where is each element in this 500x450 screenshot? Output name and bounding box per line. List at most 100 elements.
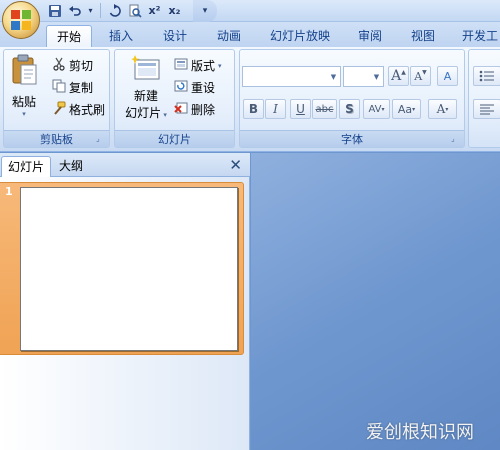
format-painter-icon [52,101,66,118]
delete-slide-button[interactable]: 删除 [174,100,215,119]
tab-insert[interactable]: 插入 [101,25,141,47]
paste-label: 粘贴 [11,95,36,109]
font-size-combobox[interactable]: ▼ [343,66,384,87]
paste-icon [12,54,37,85]
align-left-button[interactable] [473,99,500,119]
paste-button[interactable]: 粘贴 ▾ [7,54,41,126]
copy-label: 复制 [69,81,94,95]
font-group: ▼ ▼ A ▲ A ▼ A B I U abc S AV ▾ Aa ▾ A ▾ … [239,49,465,148]
watermark-text: 爱创根知识网 [366,422,474,443]
clipboard-group: 粘贴 ▾ 剪切 复制 格式刷 剪贴板 ⌟ [3,49,110,148]
tab-slides[interactable]: 幻灯片 [1,156,52,177]
align-left-icon [480,104,494,115]
font-dialog-launcher-icon[interactable]: ⌟ [451,134,461,144]
tab-home[interactable]: 开始 [46,25,92,47]
redo-icon[interactable] [106,2,123,19]
clear-formatting-button[interactable]: A [437,66,458,86]
font-size-dropdown-icon[interactable]: ▼ [370,67,383,86]
strikethrough-button[interactable]: abc [312,99,337,119]
bold-button[interactable]: B [243,99,264,119]
character-spacing-button[interactable]: AV ▾ [363,99,390,119]
slide-editing-area[interactable] [251,153,500,450]
quick-access-toolbar: ▾ x² x₂ [46,2,183,19]
format-painter-label: 格式刷 [69,103,106,117]
undo-icon[interactable] [66,2,83,19]
save-icon[interactable] [46,2,63,19]
new-slide-label-line1: 新建 [133,89,158,103]
tab-animations[interactable]: 动画 [209,25,249,47]
change-case-button[interactable]: Aa ▾ [392,99,421,119]
superscript-icon[interactable]: x² [146,2,163,19]
tab-review[interactable]: 审阅 [350,25,390,47]
grow-font-icon: A [391,68,402,84]
font-name-dropdown-icon[interactable]: ▼ [327,67,340,86]
font-color-button[interactable]: A ▾ [428,99,457,119]
print-preview-icon[interactable] [126,2,143,19]
office-logo-icon [11,10,31,30]
grow-font-button[interactable]: A ▲ [388,66,409,86]
reset-icon [174,79,188,96]
clipboard-dialog-launcher-icon[interactable]: ⌟ [96,134,106,144]
panel-tabs: 幻灯片 大纲 ✕ [0,153,250,177]
text-shadow-button[interactable]: S [339,99,360,119]
new-slide-button[interactable]: 新建 幻灯片 ▾ [119,54,173,126]
clear-formatting-icon: A [443,69,452,83]
format-painter-button[interactable]: 格式刷 [52,100,105,119]
bullets-button[interactable] [473,66,500,86]
tab-developer[interactable]: 开发工 [458,25,500,47]
tab-design[interactable]: 设计 [155,25,195,47]
delete-label: 删除 [191,103,216,117]
character-spacing-icon: AV [368,103,382,115]
font-color-icon: A [436,102,446,116]
underline-icon: U [296,102,305,116]
layout-dropdown-icon: ▾ [218,61,222,70]
delete-icon [174,101,188,118]
layout-button[interactable]: 版式 ▾ [174,56,222,75]
paste-dropdown-icon: ▾ [22,110,26,118]
cut-button[interactable]: 剪切 [52,56,93,75]
tab-outline[interactable]: 大纲 [53,156,89,177]
paragraph-group [468,49,500,148]
copy-icon [52,79,66,96]
qat-separator [100,3,101,18]
customize-qat-button[interactable]: ▾ [193,0,217,22]
italic-button[interactable]: I [265,99,286,119]
close-icon[interactable]: ✕ [229,156,242,174]
slides-group-label: 幻灯片 [115,130,234,147]
office-button[interactable] [2,1,40,39]
tab-slideshow[interactable]: 幻灯片放映 [264,25,336,47]
slide-number: 1 [5,185,13,198]
bullets-icon [479,70,494,82]
slides-outline-panel: 幻灯片 大纲 ✕ 1 [0,153,250,450]
change-case-icon: Aa [397,102,413,116]
strikethrough-icon: abc [315,103,334,115]
new-slide-icon [131,55,160,80]
font-name-combobox[interactable]: ▼ [242,66,341,87]
reset-label: 重设 [191,81,216,95]
undo-dropdown-icon[interactable]: ▾ [86,2,95,19]
new-slide-label-line2: 幻灯片 ▾ [125,106,167,120]
ribbon: 粘贴 ▾ 剪切 复制 格式刷 剪贴板 ⌟ 新建 幻灯片 ▾ 版式 ▾ 重设 删除… [0,47,500,152]
ribbon-tabs: 开始 插入 设计 动画 幻灯片放映 审阅 视图 开发工 [0,22,500,47]
font-group-label: 字体 [240,130,464,147]
slide-thumbnails-list[interactable]: 1 [0,177,249,450]
slides-group: 新建 幻灯片 ▾ 版式 ▾ 重设 删除 幻灯片 [114,49,235,148]
clipboard-group-label: 剪贴板 [4,130,109,147]
tab-view[interactable]: 视图 [403,25,443,47]
reset-button[interactable]: 重设 [174,78,215,97]
bold-icon: B [248,102,259,116]
cut-label: 剪切 [69,59,94,73]
slide-thumbnail[interactable] [20,187,238,351]
layout-label: 版式 [191,59,216,73]
text-shadow-icon: S [345,102,354,116]
subscript-icon[interactable]: x₂ [166,2,183,19]
scissors-icon [52,57,66,74]
shrink-font-button[interactable]: A ▼ [410,66,431,86]
underline-button[interactable]: U [290,99,311,119]
copy-button[interactable]: 复制 [52,78,93,97]
title-bar: ▾ x² x₂ ▾ [0,0,500,22]
slide-thumbnail-row[interactable]: 1 [0,182,244,355]
layout-icon [174,57,188,74]
shrink-font-icon: A [414,69,423,83]
italic-icon: I [273,102,278,116]
